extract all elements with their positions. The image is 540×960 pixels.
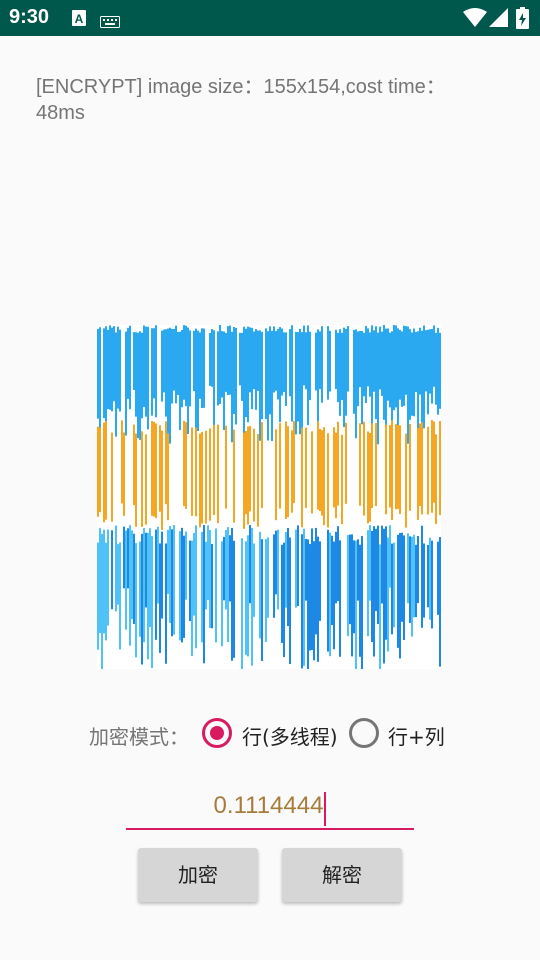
battery-icon bbox=[516, 7, 529, 33]
status-time: 9:30 bbox=[9, 6, 50, 28]
wifi-icon bbox=[463, 8, 487, 32]
encrypted-image bbox=[97, 325, 441, 669]
encrypt-info-text: [ENCRYPT] image size：155x154,cost time：4… bbox=[36, 76, 446, 124]
mode-label: 加密模式： bbox=[89, 725, 189, 749]
status-bar: 9:30 A bbox=[0, 0, 540, 36]
encrypt-button[interactable]: 加密 bbox=[138, 848, 258, 902]
radio-row-col[interactable] bbox=[349, 718, 379, 748]
a-notification-icon: A bbox=[72, 10, 86, 30]
decrypt-button[interactable]: 解密 bbox=[282, 848, 402, 902]
radio-selected-dot bbox=[210, 726, 224, 740]
key-input-value[interactable]: 0.1114444 bbox=[214, 792, 324, 819]
radio-row-col-label[interactable]: 行+列 bbox=[388, 721, 445, 750]
radio-row-multithread[interactable] bbox=[202, 718, 232, 748]
keyboard-icon bbox=[100, 13, 120, 32]
radio-row-multithread-label[interactable]: 行(多线程) bbox=[242, 721, 338, 750]
key-input[interactable]: 0.1114444 bbox=[126, 786, 414, 830]
svg-text:A: A bbox=[75, 12, 84, 26]
mode-row: 加密模式： 行(多线程) 行+列 bbox=[0, 714, 540, 752]
text-caret bbox=[324, 791, 327, 826]
cell-signal-icon bbox=[489, 8, 509, 32]
